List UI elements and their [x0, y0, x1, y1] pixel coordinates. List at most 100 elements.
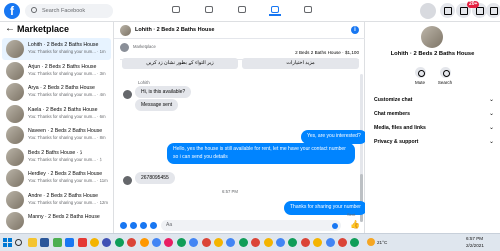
- search-label: Search: [437, 80, 453, 85]
- taskbar-app-icon[interactable]: [189, 238, 199, 247]
- taskbar-app-icon[interactable]: [226, 238, 236, 247]
- conversation-name: Arjun · 2 Beds 2 Baths House: [28, 63, 97, 70]
- conversation-item[interactable]: Kaela · 2 Beds 2 Baths House You: Thanks …: [2, 103, 111, 125]
- taskbar-search-icon[interactable]: [14, 238, 23, 247]
- conversation-preview: You: Thanks for sharing your num... · 3m: [28, 70, 106, 76]
- conversation-name: Kaela · 2 Beds 2 Baths House: [28, 106, 98, 113]
- taskbar-app-icon[interactable]: [114, 238, 124, 247]
- chat-scrollbar[interactable]: [360, 74, 363, 222]
- conversation-details-panel: Lohith · 2 Beds 2 Baths House Mute Searc…: [365, 22, 500, 233]
- taskbar-app-icon[interactable]: [201, 238, 211, 247]
- taskbar-app-icon[interactable]: [40, 238, 50, 247]
- conversation-item[interactable]: Manny · 2 Beds 2 Baths House: [2, 210, 111, 232]
- taskbar-app-icon[interactable]: [152, 238, 161, 247]
- contact-name: Lohith · 2 Beds 2 Baths House: [390, 51, 475, 57]
- section-label: Chat members: [374, 111, 411, 117]
- home-nav-icon[interactable]: [170, 5, 182, 16]
- taskbar-app-icon[interactable]: [214, 238, 223, 247]
- conversation-item[interactable]: Andre · 2 Beds 2 Baths House You: Thanks …: [2, 189, 111, 211]
- incoming-message: Hi, is this available?: [135, 86, 192, 98]
- menu-icon[interactable]: [440, 3, 455, 18]
- scrollbar-thumb[interactable]: [360, 174, 363, 222]
- message-timestamp: 6:57 PM: [221, 189, 238, 194]
- listing-label: Marketplace: [133, 44, 156, 49]
- gaming-nav-icon[interactable]: [302, 5, 314, 16]
- chevron-down-icon: ⌄: [488, 125, 494, 131]
- conversation-item[interactable]: Arya · 2 Beds 2 Baths House You: Thanks f…: [2, 81, 111, 103]
- search-conversation-button[interactable]: Search: [435, 67, 455, 85]
- chat-title[interactable]: Lohith · 2 Beds 2 Baths House: [135, 27, 214, 33]
- conversation-item[interactable]: Lohith · 2 Beds 2 Baths House You: Thanks…: [2, 38, 111, 60]
- taskbar-app-icon[interactable]: [263, 238, 273, 247]
- emoji-icon[interactable]: [332, 223, 338, 229]
- taskbar-app-icon[interactable]: [90, 238, 99, 247]
- privacy-support-section[interactable]: Privacy & support ⌄: [374, 139, 494, 145]
- weather-icon[interactable]: [367, 238, 375, 246]
- like-icon[interactable]: 👍: [350, 221, 360, 229]
- conversation-item[interactable]: Naveen · 2 Beds 2 Baths House You: Thanks…: [2, 124, 111, 146]
- account-dropdown-icon[interactable]: [486, 3, 500, 18]
- taskbar-app-icon[interactable]: [28, 238, 37, 247]
- taskbar-app-icon[interactable]: [238, 238, 248, 247]
- chat-avatar[interactable]: [120, 25, 131, 36]
- section-label: Privacy & support: [374, 139, 419, 145]
- media-files-links-section[interactable]: Media, files and links ⌄: [374, 125, 494, 131]
- windows-start-icon[interactable]: [3, 238, 12, 247]
- taskbar-app-icon[interactable]: [176, 238, 186, 247]
- listing-thumbnail: [6, 169, 24, 187]
- mute-button[interactable]: Mute: [410, 67, 430, 85]
- taskbar-app-icon[interactable]: [164, 238, 174, 247]
- taskbar-app-icon[interactable]: [276, 238, 285, 247]
- marketplace-nav-icon[interactable]: [269, 5, 281, 16]
- info-icon[interactable]: i: [351, 26, 359, 34]
- conversation-preview: You: Thanks for sharing your num... · 1m: [28, 49, 106, 54]
- image-icon[interactable]: [130, 222, 137, 229]
- watch-nav-icon[interactable]: [236, 5, 248, 16]
- listing-thumbnail: [6, 190, 24, 209]
- facebook-logo[interactable]: f: [4, 3, 20, 19]
- clock-time[interactable]: 6:57 PM: [466, 236, 483, 241]
- taskbar-app-icon[interactable]: [65, 238, 75, 247]
- sidebar-title: Marketplace: [17, 24, 70, 34]
- bell-icon: [414, 67, 426, 78]
- taskbar-app-icon[interactable]: [325, 238, 335, 247]
- conversation-name: Lohith · 2 Beds 2 Baths House: [28, 42, 99, 48]
- search-input[interactable]: Search Facebook: [25, 4, 113, 18]
- conversation-name: Beds 2 Baths House · ڈ: [28, 149, 83, 156]
- conversation-item[interactable]: Herdley · 2 Beds 2 Baths House You: Thank…: [2, 167, 111, 189]
- conversation-name: Herdley · 2 Beds 2 Baths House: [28, 171, 103, 177]
- taskbar-app-icon[interactable]: [77, 238, 87, 247]
- taskbar-app-icon[interactable]: [52, 238, 62, 247]
- listing-title[interactable]: 2 Beds 2 Baths House · $1,100: [295, 50, 359, 55]
- customize-chat-section[interactable]: Customize chat ⌄: [374, 97, 494, 103]
- taskbar-app-icon[interactable]: [251, 238, 261, 247]
- sender-avatar: [123, 176, 132, 185]
- conversation-item[interactable]: Arjun · 2 Beds 2 Baths House You: Thanks …: [2, 60, 111, 82]
- conversation-item[interactable]: Beds 2 Baths House · ڈ You: Thanks for sh…: [2, 146, 111, 168]
- clock-date[interactable]: 2/2/2021: [466, 243, 484, 248]
- sticker-icon[interactable]: [140, 222, 147, 229]
- taskbar-app-icon[interactable]: [102, 238, 112, 247]
- chat-members-section[interactable]: Chat members ⌄: [374, 111, 494, 117]
- sender-avatar: [123, 90, 132, 99]
- conversation-preview: You: Thanks for sharing your num... · 6m: [28, 113, 106, 119]
- profile-avatar[interactable]: [420, 3, 436, 19]
- listing-thumbnail: [6, 40, 24, 58]
- taskbar-app-icon[interactable]: [313, 238, 323, 247]
- conversation-preview: You: Thanks for sharing your num... · 8m: [28, 135, 106, 140]
- taskbar-app-icon[interactable]: [338, 238, 347, 247]
- back-arrow-icon[interactable]: ←: [5, 23, 15, 34]
- listing-thumbnail: [6, 104, 24, 123]
- more-options-button[interactable]: مزید اختیارات: [242, 58, 359, 69]
- taskbar-app-icon[interactable]: [300, 238, 310, 247]
- temperature: 21°C: [377, 240, 388, 245]
- plus-icon[interactable]: [120, 222, 127, 229]
- friends-nav-icon[interactable]: [203, 5, 215, 16]
- taskbar-app-icon[interactable]: [288, 238, 298, 247]
- taskbar-app-icon[interactable]: [127, 238, 137, 247]
- gif-icon[interactable]: [150, 222, 157, 229]
- taskbar-app-icon[interactable]: [350, 238, 360, 247]
- message-input[interactable]: Aa: [161, 220, 341, 231]
- taskbar-app-icon[interactable]: [139, 238, 149, 247]
- mark-pending-button[interactable]: زیر التواء کے بطور نشان زد کریں: [122, 58, 238, 69]
